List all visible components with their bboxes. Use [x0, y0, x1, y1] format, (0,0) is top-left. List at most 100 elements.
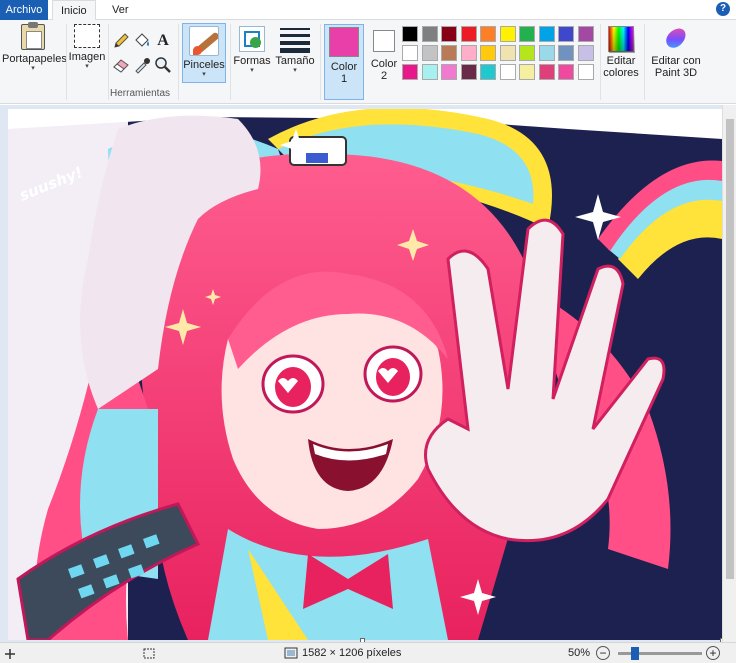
- shapes-label: Formas: [233, 55, 271, 67]
- line-width-icon: [280, 26, 310, 53]
- palette-color-swatch[interactable]: [460, 26, 477, 42]
- palette-color-swatch[interactable]: [421, 64, 438, 80]
- palette-color-swatch[interactable]: [538, 45, 555, 61]
- palette-color-swatch[interactable]: [577, 64, 594, 80]
- image-dimensions: 1582 × 1206 píxeles: [302, 647, 402, 659]
- clipboard-icon: [21, 22, 45, 50]
- palette-color-swatch[interactable]: [499, 26, 516, 42]
- palette-color-swatch[interactable]: [460, 45, 477, 61]
- chevron-down-icon: ▾: [202, 71, 206, 78]
- color1-number: 1: [340, 73, 348, 85]
- palette-color-swatch[interactable]: [499, 45, 516, 61]
- tab-file[interactable]: Archivo: [0, 0, 48, 20]
- palette-color-swatch[interactable]: [421, 45, 438, 61]
- chevron-down-icon: ▾: [31, 65, 35, 72]
- palette-color-swatch[interactable]: [577, 45, 594, 61]
- palette-color-swatch[interactable]: [558, 64, 574, 80]
- pencil-tool[interactable]: [112, 32, 130, 50]
- palette-color-swatch[interactable]: [519, 26, 535, 42]
- paint3d-label: Editar con: [651, 55, 701, 67]
- palette-color-swatch[interactable]: [558, 26, 574, 42]
- selection-size-icon: [142, 643, 156, 663]
- paint3d-icon: [663, 26, 689, 52]
- eraser-icon: [113, 59, 129, 73]
- edit-colors-button[interactable]: Editar colores: [602, 26, 640, 79]
- palette-color-swatch[interactable]: [480, 26, 496, 42]
- brushes-label: Pinceles: [183, 59, 225, 71]
- status-bar: 1582 × 1206 píxeles 50% − +: [0, 642, 736, 663]
- image-label: Imagen: [68, 51, 106, 63]
- zoom-slider-thumb[interactable]: [630, 647, 639, 660]
- group-divider: [66, 24, 67, 100]
- brushes-button[interactable]: Pinceles ▾: [182, 23, 226, 83]
- color1-button[interactable]: Color 1: [324, 24, 364, 100]
- image-size-icon: [284, 643, 298, 663]
- shapes-icon: [239, 26, 265, 52]
- clipboard-button[interactable]: Portapapeles ▾: [2, 22, 67, 73]
- palette-color-swatch[interactable]: [577, 26, 594, 42]
- palette-color-swatch[interactable]: [538, 64, 555, 80]
- color-picker-tool[interactable]: [133, 56, 151, 74]
- vertical-scrollbar[interactable]: [722, 105, 736, 642]
- palette-color-swatch[interactable]: [499, 64, 516, 80]
- tools-group-label: Herramientas: [110, 88, 171, 99]
- palette-color-swatch[interactable]: [519, 64, 535, 80]
- workspace: suushy!: [0, 105, 736, 643]
- tab-home[interactable]: Inicio: [52, 0, 96, 21]
- palette-color-swatch[interactable]: [402, 64, 418, 80]
- color1-label: Color: [330, 61, 358, 73]
- scrollbar-thumb[interactable]: [726, 119, 734, 579]
- palette-color-swatch[interactable]: [480, 45, 496, 61]
- chevron-down-icon: ▾: [250, 67, 254, 74]
- group-divider: [108, 24, 109, 100]
- color2-number: 2: [380, 70, 388, 82]
- palette-color-swatch[interactable]: [519, 45, 535, 61]
- magnifier-tool[interactable]: [154, 56, 172, 74]
- group-divider: [600, 24, 601, 100]
- group-divider: [320, 24, 321, 100]
- help-icon[interactable]: ?: [716, 2, 730, 16]
- drawing-canvas[interactable]: suushy!: [8, 109, 722, 640]
- edit-colors-label: Editar: [606, 55, 636, 67]
- size-button[interactable]: Tamaño ▾: [274, 26, 316, 75]
- ribbon: Portapapeles ▾ Imagen ▾ A Herramientas P…: [0, 20, 736, 104]
- palette-color-swatch[interactable]: [460, 64, 477, 80]
- color-palette: [402, 26, 598, 82]
- color2-button[interactable]: Color 2: [364, 24, 404, 100]
- palette-color-swatch[interactable]: [480, 64, 496, 80]
- color-spectrum-icon: [608, 26, 635, 53]
- palette-color-swatch[interactable]: [402, 45, 418, 61]
- text-tool-icon[interactable]: A: [154, 32, 172, 50]
- paint3d-label-2: Paint 3D: [654, 67, 698, 79]
- color2-swatch: [373, 30, 395, 52]
- select-icon: [74, 24, 100, 48]
- magnifier-icon: [155, 57, 171, 73]
- palette-color-swatch[interactable]: [441, 64, 457, 80]
- chevron-down-icon: ▾: [293, 67, 297, 74]
- image-button[interactable]: Imagen ▾: [68, 24, 106, 71]
- eraser-tool[interactable]: [112, 56, 130, 74]
- brush-icon: [189, 26, 219, 56]
- palette-color-swatch[interactable]: [538, 26, 555, 42]
- size-label: Tamaño: [275, 55, 315, 67]
- group-divider: [644, 24, 645, 100]
- edit-colors-label-2: colores: [603, 67, 639, 79]
- chevron-down-icon: ▾: [85, 63, 89, 70]
- color1-swatch: [329, 27, 359, 57]
- shapes-button[interactable]: Formas ▾: [233, 26, 271, 75]
- palette-color-swatch[interactable]: [402, 26, 418, 42]
- eyedropper-icon: [135, 58, 150, 74]
- paint-bucket-icon: [135, 33, 149, 47]
- edit-with-paint3d-button[interactable]: Editar con Paint 3D: [648, 26, 704, 79]
- tab-view[interactable]: Ver: [104, 0, 137, 20]
- palette-color-swatch[interactable]: [558, 45, 574, 61]
- group-divider: [178, 24, 179, 100]
- zoom-in-button[interactable]: +: [706, 646, 720, 660]
- palette-color-swatch[interactable]: [441, 26, 457, 42]
- color2-label: Color: [370, 58, 398, 70]
- zoom-out-button[interactable]: −: [596, 646, 610, 660]
- zoom-level: 50%: [568, 647, 591, 659]
- palette-color-swatch[interactable]: [421, 26, 438, 42]
- palette-color-swatch[interactable]: [441, 45, 457, 61]
- fill-tool[interactable]: [133, 32, 151, 50]
